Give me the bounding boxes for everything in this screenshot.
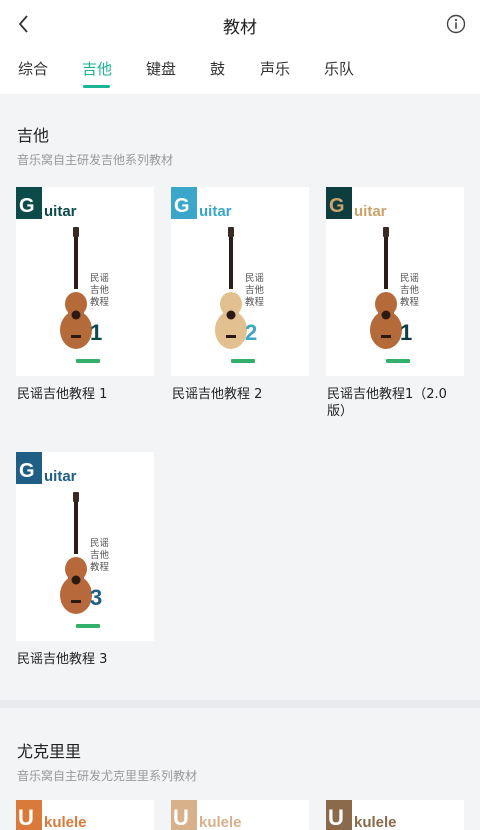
cover-title-text: 民谣吉他教程 — [245, 273, 265, 308]
publisher-logo — [231, 359, 255, 363]
cover-logo-initial: U — [328, 805, 344, 830]
cover-title-text: 民谣吉他教程 — [400, 273, 420, 308]
cover-logo-text: kulele — [199, 814, 242, 830]
book-title: 民谣吉他教程 3 — [17, 652, 108, 667]
section-title: 吉他 — [17, 126, 50, 145]
section-divider — [0, 700, 480, 708]
guitar-section: 吉他 音乐窝自主研发吉他系列教材 G uitar 民谣吉他教程 1 民谣吉他教程… — [0, 94, 480, 700]
book-cover: G uitar 民谣吉他教程 1 — [16, 187, 154, 376]
section-subtitle: 音乐窝自主研发吉他系列教材 — [17, 153, 174, 167]
cover-logo-text: uitar — [354, 203, 387, 220]
section-title: 尤克里里 — [17, 742, 82, 761]
cover-logo-text: uitar — [44, 468, 77, 485]
ukulele-section: 尤克里里 音乐窝自主研发尤克里里系列教材 U kulele U kulele U… — [0, 708, 480, 830]
cover-logo-initial: G — [329, 195, 345, 217]
publisher-logo — [386, 359, 410, 363]
cover-volume-number: 3 — [90, 585, 103, 610]
tab-band[interactable]: 乐队 — [324, 58, 354, 79]
tab-drum[interactable]: 鼓 — [210, 58, 225, 79]
section-subtitle: 音乐窝自主研发尤克里里系列教材 — [17, 769, 198, 783]
cover-title-text: 民谣吉他教程 — [90, 538, 110, 573]
publisher-logo — [76, 624, 100, 628]
cover-logo-text: kulele — [44, 814, 87, 830]
category-tabs: 综合 吉他 键盘 鼓 声乐 乐队 — [0, 48, 480, 94]
cover-logo-text: uitar — [44, 203, 77, 220]
book-cover: G uitar 民谣吉他教程 3 — [16, 452, 154, 641]
tab-keyboard[interactable]: 键盘 — [146, 58, 176, 79]
cover-volume-number: 2 — [245, 320, 258, 345]
book-cover: G uitar 民谣吉他教程 2 — [171, 187, 309, 376]
book-cover: G uitar 民谣吉他教程 1 — [326, 187, 464, 376]
cover-title-text: 民谣吉他教程 — [90, 273, 110, 308]
book-card[interactable]: U kulele — [16, 800, 154, 830]
book-card[interactable]: U kulele — [326, 800, 464, 830]
page-title: 教材 — [223, 18, 257, 38]
active-tab-indicator — [83, 85, 110, 88]
publisher-logo — [76, 359, 100, 363]
tab-guitar[interactable]: 吉他 — [82, 58, 112, 79]
book-card[interactable]: U kulele — [171, 800, 309, 830]
cover-logo-text: kulele — [354, 814, 397, 830]
book-title: 民谣吉他教程 2 — [172, 387, 263, 402]
info-circle-icon[interactable] — [446, 14, 466, 34]
book-title: 民谣吉他教程1（2.0版） — [327, 387, 447, 419]
tab-comprehensive[interactable]: 综合 — [18, 58, 48, 79]
top-bar: 教材 — [0, 0, 480, 48]
cover-logo-initial: G — [19, 195, 35, 217]
tab-vocal[interactable]: 声乐 — [260, 58, 290, 79]
book-title: 民谣吉他教程 1 — [17, 387, 108, 402]
cover-logo-text: uitar — [199, 203, 232, 220]
cover-volume-number: 1 — [90, 320, 103, 345]
cover-volume-number: 1 — [400, 320, 413, 345]
cover-logo-initial: G — [19, 460, 35, 482]
cover-logo-initial: U — [173, 805, 189, 830]
cover-logo-initial: G — [174, 195, 190, 217]
cover-logo-initial: U — [18, 805, 34, 830]
